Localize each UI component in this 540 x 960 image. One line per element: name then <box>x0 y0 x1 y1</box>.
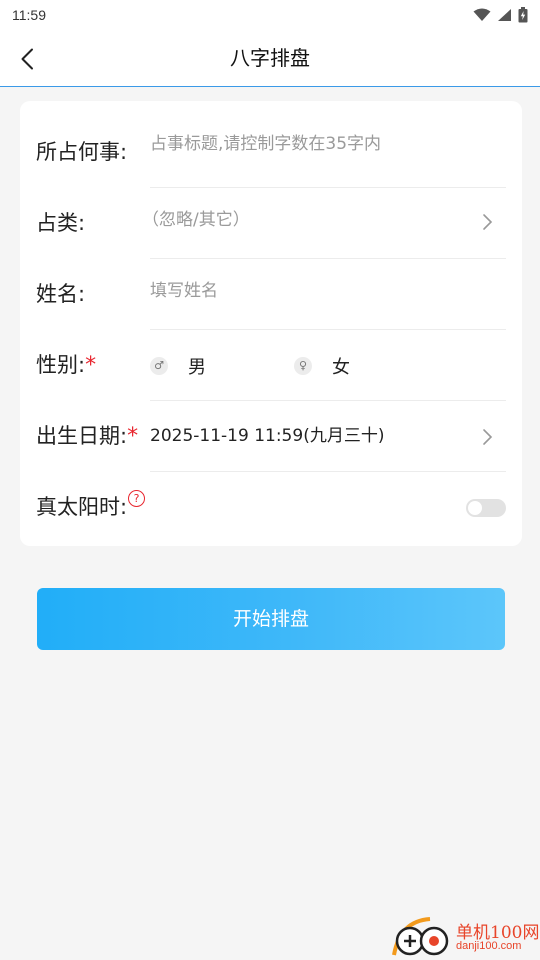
gender-option-female[interactable]: ♀ 女 <box>294 330 350 401</box>
birth-date-row[interactable]: 出生日期:* 2025-11-19 11:59(九月三十) <box>20 401 522 472</box>
start-button[interactable]: 开始排盘 <box>37 588 505 650</box>
gender-option-male[interactable]: ♂ 男 <box>150 330 206 401</box>
category-row[interactable]: 占类: （忽略/其它） <box>20 188 522 259</box>
birth-date-label: 出生日期:* <box>36 424 139 449</box>
matter-input[interactable]: 占事标题,请控制字数在35字内 <box>150 117 381 172</box>
category-label: 占类: <box>36 211 86 235</box>
true-solar-time-label: 真太阳时:? <box>36 472 146 543</box>
chevron-right-icon <box>483 214 493 230</box>
status-bar: 11:59 <box>0 0 540 30</box>
watermark-en: danji100.com <box>456 940 522 952</box>
page-title: 八字排盘 <box>230 46 310 70</box>
nav-bar: 八字排盘 <box>0 30 540 87</box>
form-card: 所占何事: 占事标题,请控制字数在35字内 占类: （忽略/其它） 姓名: 填写… <box>20 101 522 546</box>
chevron-left-icon <box>21 48 33 70</box>
gender-option-label: 男 <box>188 356 206 378</box>
status-icons <box>473 7 528 23</box>
true-solar-time-row: 真太阳时:? <box>20 472 522 543</box>
male-icon: ♂ <box>150 356 168 375</box>
wifi-icon <box>473 8 491 21</box>
name-label: 姓名: <box>36 282 86 306</box>
back-button[interactable] <box>10 42 44 76</box>
matter-row: 所占何事: 占事标题,请控制字数在35字内 <box>20 117 522 188</box>
battery-icon <box>518 7 528 23</box>
status-time: 11:59 <box>12 7 46 23</box>
matter-label: 所占何事: <box>36 140 128 164</box>
watermark-logo-icon <box>392 917 449 956</box>
gender-option-label: 女 <box>332 356 350 378</box>
help-icon[interactable]: ? <box>128 490 146 507</box>
name-input[interactable]: 填写姓名 <box>150 259 218 324</box>
required-mark: * <box>127 424 139 449</box>
required-mark: * <box>85 353 97 378</box>
gender-label: 性别:* <box>36 353 97 378</box>
chevron-right-icon <box>483 429 493 445</box>
birth-date-value[interactable]: 2025-11-19 11:59(九月三十) <box>150 401 384 472</box>
name-row: 姓名: 填写姓名 <box>20 259 522 330</box>
gender-row: 性别:* ♂ 男 ♀ 女 <box>20 330 522 401</box>
toggle-knob <box>468 501 482 515</box>
category-select[interactable]: （忽略/其它） <box>142 188 250 253</box>
signal-icon <box>498 9 511 21</box>
true-solar-time-toggle[interactable] <box>466 499 506 517</box>
female-icon: ♀ <box>294 356 312 375</box>
watermark: 单机100网 danji100.com <box>390 915 540 960</box>
